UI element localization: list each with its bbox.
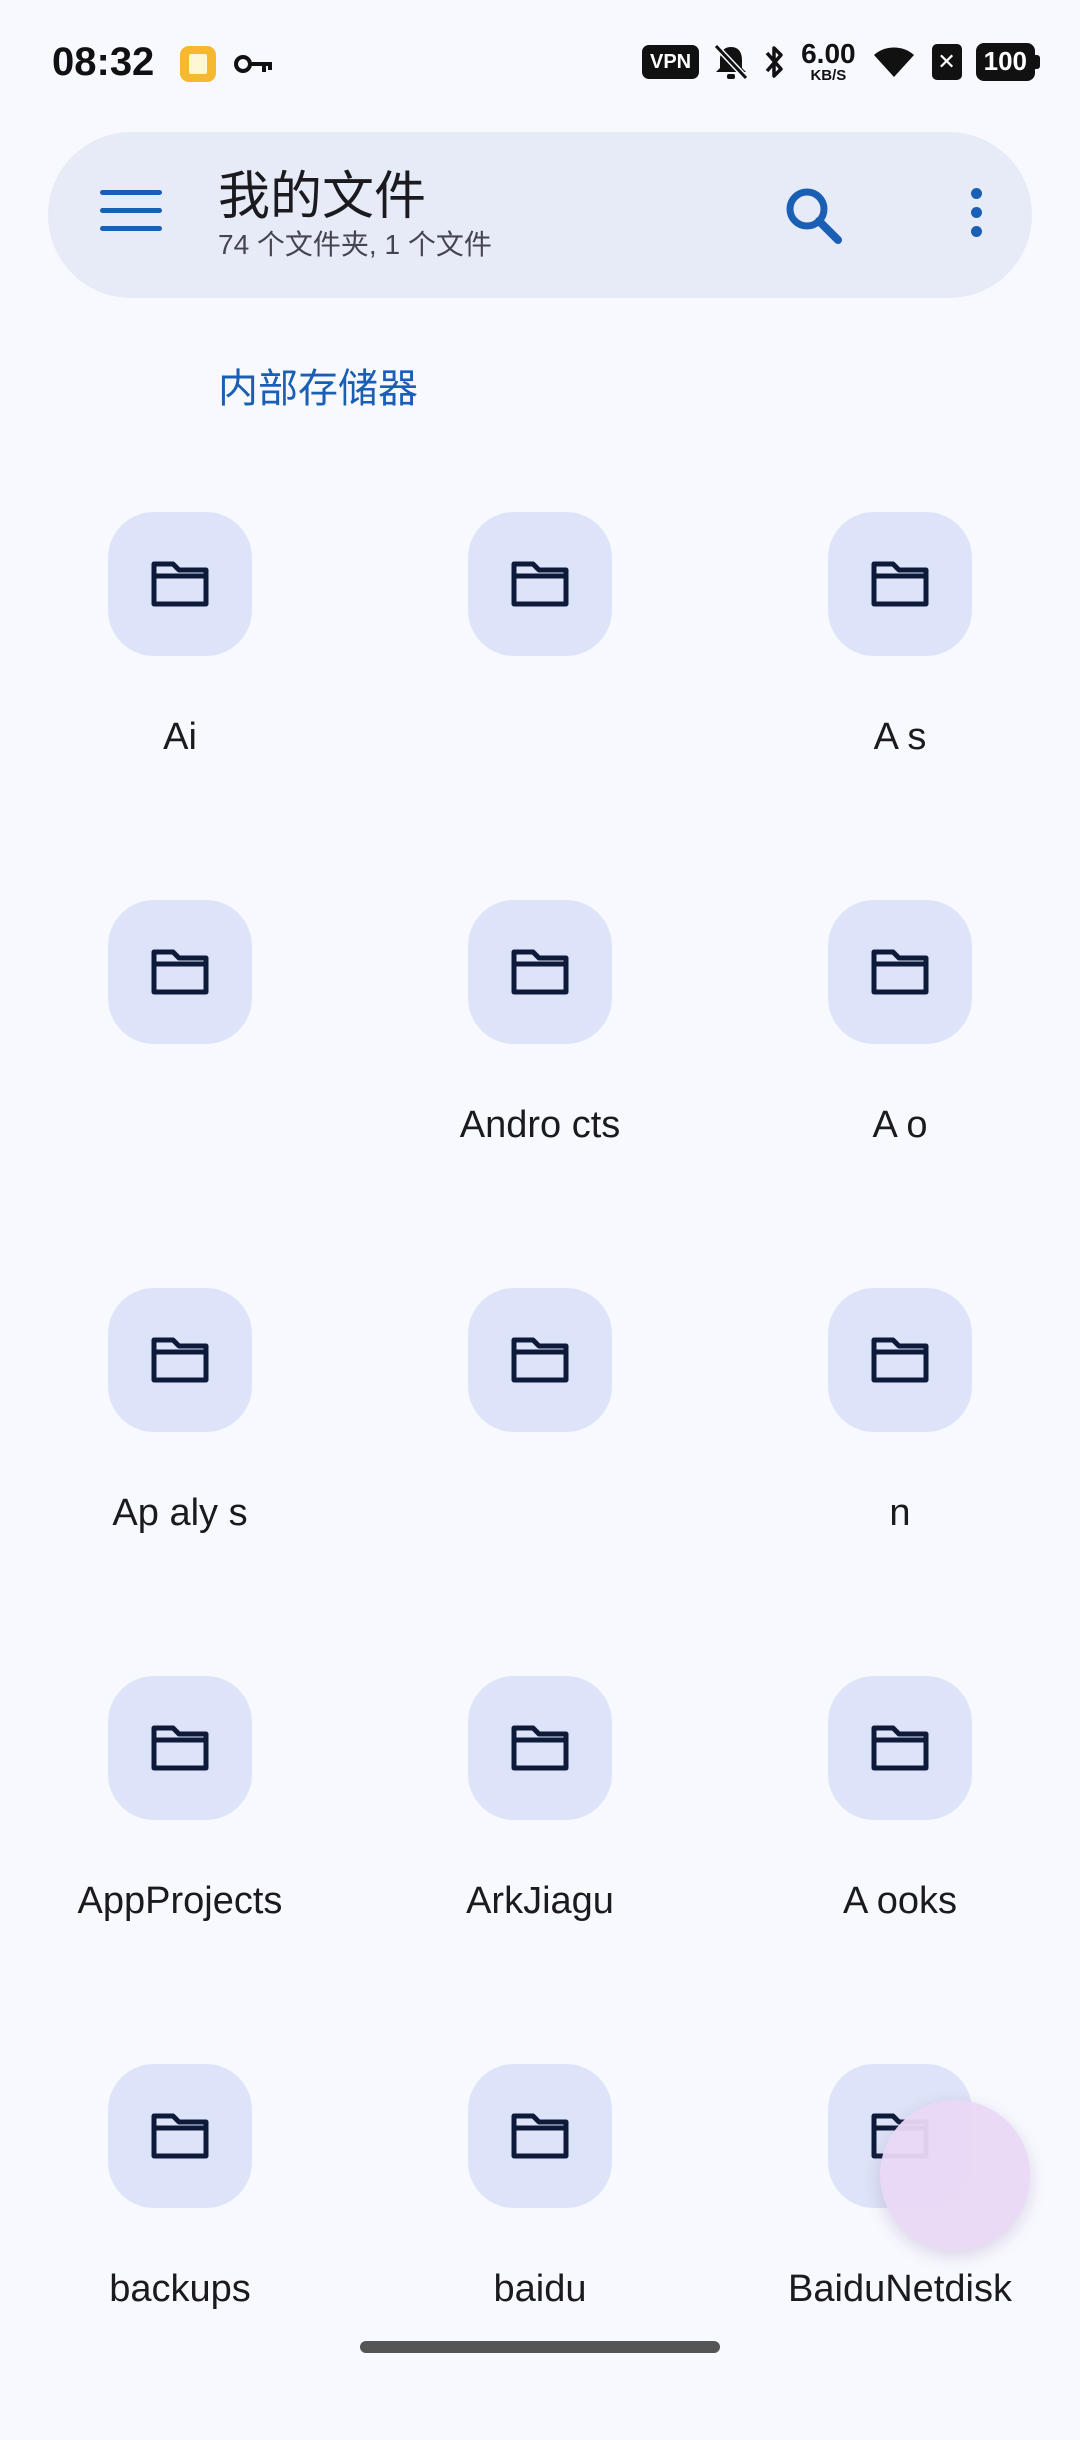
folder-name: A s: [873, 716, 927, 758]
folder-icon: [511, 1337, 569, 1383]
folder-tile: [468, 1288, 612, 1432]
folder-name: Ai: [163, 716, 197, 758]
folder-tile: [468, 512, 612, 656]
page-title: 我的文件: [218, 168, 427, 226]
status-bar: 08:32 VPN 6.00 KB/S ✕ 100: [0, 0, 1080, 130]
folder-item[interactable]: AppProjects: [0, 1664, 360, 2052]
folder-tile: [108, 1676, 252, 1820]
folder-item[interactable]: Ai: [0, 500, 360, 888]
folder-icon: [871, 949, 929, 995]
bluetooth-icon: [765, 45, 783, 78]
folder-icon: [511, 2113, 569, 2159]
folder-name: A o: [872, 1104, 928, 1146]
status-right-icons: VPN 6.00 KB/S ✕ 100: [641, 38, 1040, 84]
search-button[interactable]: [780, 182, 850, 252]
folder-item[interactable]: [360, 1276, 720, 1664]
folder-tile: [108, 2064, 252, 2208]
folder-item[interactable]: BaiduNetdisk: [720, 2052, 1080, 2440]
hamburger-icon-line: [100, 226, 162, 231]
status-time: 08:32: [52, 40, 155, 84]
folder-icon: [871, 561, 929, 607]
folder-item[interactable]: A o: [720, 888, 1080, 1276]
wifi-icon: [873, 47, 914, 77]
bell-off-icon: [713, 43, 749, 80]
folder-item[interactable]: ArkJiagu: [360, 1664, 720, 2052]
search-icon: [786, 188, 842, 244]
folder-name: BaiduNetdisk: [788, 2268, 1012, 2310]
network-speed: 6.00 KB/S: [801, 38, 856, 84]
menu-button[interactable]: [100, 190, 164, 240]
folder-icon: [511, 561, 569, 607]
folder-item[interactable]: backups: [0, 2052, 360, 2440]
folder-tile: [468, 2064, 612, 2208]
folder-tile: [468, 900, 612, 1044]
folder-icon: [151, 949, 209, 995]
breadcrumb-internal-storage[interactable]: 内部存储器: [218, 356, 418, 414]
folder-item[interactable]: baidu: [360, 2052, 720, 2440]
folder-item[interactable]: A s: [720, 500, 1080, 888]
folder-name: baidu: [493, 2268, 587, 2310]
folder-name: A ooks: [842, 1880, 958, 1922]
folder-name: Andro cts: [459, 1104, 621, 1146]
key-icon: [234, 55, 272, 73]
folder-tile: [828, 1288, 972, 1432]
battery-indicator: 100: [975, 42, 1040, 81]
more-dot-icon: [970, 226, 982, 237]
vpn-badge: VPN: [641, 44, 700, 79]
folder-item[interactable]: n: [720, 1276, 1080, 1664]
folder-item[interactable]: [360, 500, 720, 888]
folder-icon: [151, 1337, 209, 1383]
page-subtitle: 74 个文件夹, 1 个文件: [218, 229, 492, 260]
folder-tile: [108, 1288, 252, 1432]
folder-tile: [828, 900, 972, 1044]
more-options-button[interactable]: [946, 182, 1006, 252]
top-app-bar: 我的文件 74 个文件夹, 1 个文件: [48, 132, 1032, 298]
folder-tile: [828, 1676, 972, 1820]
folder-name: backups: [109, 2268, 251, 2310]
battery-level: 100: [975, 42, 1035, 81]
no-sim-icon: ✕: [931, 43, 962, 80]
speed-value: 6.00: [801, 38, 856, 69]
folder-icon: [151, 561, 209, 607]
folder-name: n: [889, 1492, 911, 1534]
folder-item[interactable]: Ap aly s: [0, 1276, 360, 1664]
folder-tile: [108, 900, 252, 1044]
hamburger-icon-line: [100, 208, 162, 213]
folder-icon: [151, 1725, 209, 1771]
folder-icon: [871, 1725, 929, 1771]
status-left-icons: [180, 46, 274, 82]
folder-name: Ap aly s: [112, 1492, 248, 1534]
floating-action-button[interactable]: [880, 2100, 1030, 2250]
hamburger-icon-line: [100, 190, 162, 195]
folder-icon: [511, 1725, 569, 1771]
folder-tile: [468, 1676, 612, 1820]
folder-item[interactable]: A ooks: [720, 1664, 1080, 2052]
home-indicator[interactable]: [360, 2341, 720, 2353]
folder-tile: [828, 512, 972, 656]
more-dot-icon: [970, 207, 982, 218]
folder-icon: [151, 2113, 209, 2159]
more-dot-icon: [970, 188, 982, 199]
folder-name: ArkJiagu: [466, 1880, 614, 1922]
folder-icon: [871, 1337, 929, 1383]
title-block: 我的文件 74 个文件夹, 1 个文件: [218, 166, 492, 262]
book-app-icon: [180, 46, 216, 82]
folder-name: AppProjects: [77, 1880, 283, 1922]
folder-icon: [511, 949, 569, 995]
folder-tile: [108, 512, 252, 656]
speed-unit: KB/S: [810, 67, 847, 84]
folder-item[interactable]: [0, 888, 360, 1276]
folder-item[interactable]: Andro cts: [360, 888, 720, 1276]
